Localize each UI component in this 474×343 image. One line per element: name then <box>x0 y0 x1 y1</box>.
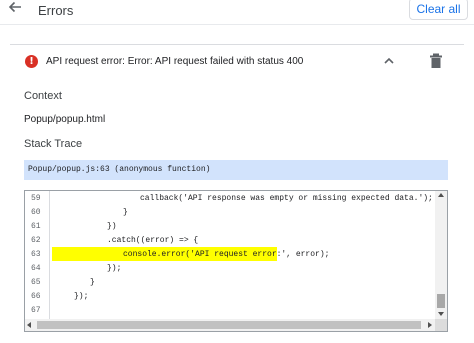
stack-frame[interactable]: Popup/popup.js:63 (anonymous function) <box>24 160 448 180</box>
code-line: callback('API response was empty or miss… <box>140 194 433 203</box>
scroll-left-arrow-icon[interactable] <box>27 322 31 328</box>
clear-all-button[interactable]: Clear all <box>409 0 468 20</box>
delete-button[interactable] <box>429 53 445 71</box>
error-circle-icon: ! <box>25 55 38 68</box>
back-button[interactable] <box>8 0 26 18</box>
line-number: 61 <box>31 222 41 231</box>
scroll-up-arrow-icon[interactable] <box>438 193 444 197</box>
horizontal-scroll-thumb[interactable] <box>37 321 421 329</box>
scrollbar-corner <box>435 319 447 331</box>
context-value: Popup/popup.html <box>24 114 106 125</box>
scroll-down-arrow-icon[interactable] <box>438 312 444 316</box>
line-number: 64 <box>31 264 41 273</box>
line-number-gutter: 59 60 61 62 63 64 65 66 67 <box>25 191 49 319</box>
header: Errors Clear all <box>0 0 474 22</box>
arrow-left-icon <box>8 1 21 13</box>
chevron-up-icon <box>384 57 394 64</box>
vertical-scroll-thumb[interactable] <box>437 294 445 308</box>
trash-icon <box>430 53 442 68</box>
line-number: 67 <box>31 306 41 315</box>
error-message: API request error: Error: API request fa… <box>46 56 304 67</box>
horizontal-scrollbar[interactable] <box>25 319 435 331</box>
code-line: } <box>123 208 128 217</box>
code-line: }) <box>107 222 117 231</box>
stack-frame-text: Popup/popup.js:63 (anonymous function) <box>28 165 211 174</box>
header-divider <box>0 24 474 25</box>
line-number: 65 <box>31 278 41 287</box>
line-number: 66 <box>31 292 41 301</box>
line-number: 60 <box>31 208 41 217</box>
line-number: 62 <box>31 236 41 245</box>
error-entry[interactable]: ! API request error: Error: API request … <box>10 44 464 78</box>
code-viewer: 59 60 61 62 63 64 65 66 67 callback('API… <box>24 190 448 332</box>
line-number: 59 <box>31 194 41 203</box>
code-area: callback('API response was empty or miss… <box>49 191 435 319</box>
collapse-button[interactable] <box>382 54 396 68</box>
code-line: }); <box>107 264 122 273</box>
vertical-scrollbar[interactable] <box>435 191 447 319</box>
page-title: Errors <box>38 3 74 18</box>
line-number: 63 <box>31 250 41 259</box>
code-line: }); <box>74 292 89 301</box>
code-line: .catch((error) => { <box>107 236 199 245</box>
code-line: } <box>90 278 95 287</box>
context-label: Context <box>24 90 62 102</box>
scroll-right-arrow-icon[interactable] <box>428 322 432 328</box>
stack-trace-label: Stack Trace <box>24 138 83 150</box>
code-line: console.error('API request error:', erro… <box>123 250 330 259</box>
